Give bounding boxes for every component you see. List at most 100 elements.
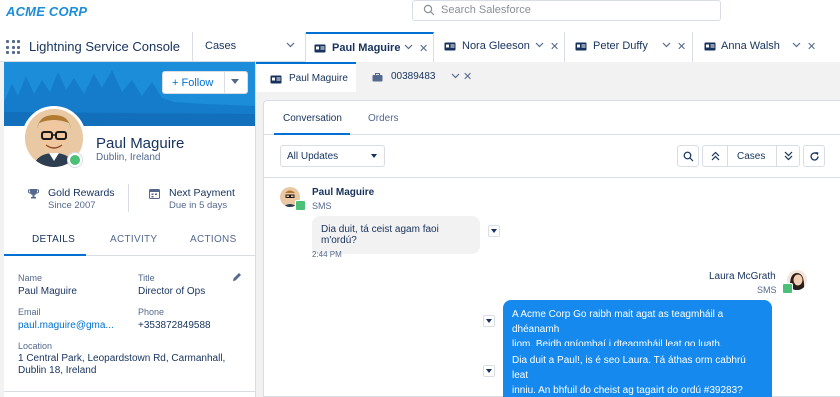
tab-label: Peter Duffy (593, 40, 648, 52)
subtab-label: 00389483 (391, 71, 436, 82)
close-icon[interactable]: ✕ (550, 40, 559, 53)
sms-icon (295, 200, 306, 211)
divider (128, 184, 129, 212)
chevron-down-icon[interactable] (404, 44, 413, 50)
message-actions-button[interactable] (488, 225, 500, 237)
case-briefcase-icon (372, 73, 383, 82)
contact-card-icon (575, 42, 587, 51)
chevron-down-icon[interactable] (451, 73, 460, 79)
contact-card-icon (314, 44, 326, 53)
name-label: Name (18, 273, 43, 283)
stat-title: Next Payment (169, 187, 235, 199)
app-name: Lightning Service Console (29, 39, 181, 54)
chevron-down-icon[interactable] (286, 42, 295, 48)
follow-label: + Follow (172, 77, 214, 89)
global-search-input[interactable]: Search Salesforce (412, 0, 721, 21)
sms-icon (782, 283, 793, 294)
stat-subtitle: Since 2007 (48, 200, 96, 211)
contact-name: Paul Maguire (96, 135, 185, 152)
message-line: A Acme Corp Go raibh mait agat as teagmh… (512, 309, 724, 335)
object-nav-label: Cases (205, 40, 237, 52)
email-link[interactable]: paul.maguire@gma... (18, 320, 114, 331)
chevron-down-icon[interactable] (662, 42, 671, 48)
message-line: Dia duit a Paul!, is é seo Laura. Tá áth… (512, 355, 746, 381)
subtab-case[interactable]: 00389483 ✕ (364, 62, 484, 92)
close-icon[interactable]: ✕ (463, 70, 472, 83)
contact-card-icon (270, 75, 282, 84)
title-label: Title (138, 273, 155, 283)
subtab-bar: Paul Maguire 00389483 ✕ (256, 62, 840, 92)
email-label: Email (18, 307, 41, 317)
message-channel: SMS (312, 201, 332, 211)
sms-channel-badge (67, 152, 83, 168)
message-sender: Laura McGrath (709, 271, 776, 282)
tab-label: Nora Gleeson (462, 40, 530, 52)
tab-actions[interactable]: ACTIONS (190, 234, 237, 245)
tab-label: Paul Maguire (332, 42, 401, 54)
location-label: Location (18, 341, 53, 351)
message-timestamp: 2:44 PM (312, 250, 342, 259)
double-chevron-down-icon[interactable] (784, 151, 793, 161)
message-actions-button[interactable] (483, 365, 495, 377)
company-logo[interactable]: ACME CORP (6, 4, 87, 19)
stat-title: Gold Rewards (48, 187, 115, 199)
profile-tabs: DETAILS ACTIVITY ACTIONS (4, 224, 255, 256)
console-navbar: Lightning Service Console Cases Paul Mag… (0, 32, 840, 62)
outgoing-message-bubble: Dia duit a Paul!, is é seo Laura. Tá áth… (503, 346, 772, 397)
contact-card-icon (704, 42, 716, 51)
trophy-icon (28, 189, 39, 199)
chevron-down-icon (486, 369, 492, 373)
tab-conversation[interactable]: Conversation (283, 113, 342, 124)
global-header: ACME CORP Search Salesforce (0, 0, 840, 32)
message-line: inniu. An bhfuil do cheist ag tagairt do… (512, 385, 743, 396)
contact-card-icon (444, 42, 456, 51)
incoming-message-bubble: Dia duit, tá ceist agam faoi m'ordú? (312, 216, 480, 254)
tab-details[interactable]: DETAILS (32, 234, 75, 245)
phone-value: +353872849588 (138, 320, 211, 331)
tab-orders[interactable]: Orders (368, 113, 399, 124)
search-icon (683, 151, 694, 162)
contact-profile-panel: + Follow Paul Maguire Dublin, Ireland Go… (4, 62, 256, 397)
search-icon (423, 4, 435, 16)
subtab-contact[interactable]: Paul Maguire (256, 62, 356, 92)
close-icon[interactable]: ✕ (677, 40, 686, 53)
subtab-label: Paul Maguire (289, 73, 348, 84)
address-line-1: 1 Central Park, Leopardstown Rd, Carmanh… (18, 353, 226, 364)
tab-activity[interactable]: ACTIVITY (110, 234, 157, 245)
message-actions-button[interactable] (483, 315, 495, 327)
workspace-tab-peter-duffy[interactable]: Peter Duffy ✕ (565, 32, 693, 62)
search-placeholder: Search Salesforce (441, 4, 531, 16)
close-icon[interactable]: ✕ (419, 42, 428, 55)
workspace-tab-anna-walsh[interactable]: Anna Walsh ✕ (693, 32, 840, 62)
workspace-tab-paul-maguire[interactable]: Paul Maguire ✕ (306, 32, 434, 62)
object-nav-menu[interactable]: Cases (192, 32, 306, 62)
double-chevron-up-icon[interactable] (711, 151, 720, 161)
chevron-down-icon[interactable] (231, 79, 239, 84)
address-line-2: Dublin 18, Ireland (18, 365, 97, 376)
refresh-icon (810, 152, 819, 161)
chevron-down-icon[interactable] (792, 42, 801, 48)
chevron-down-icon (491, 229, 497, 233)
chevron-down-icon[interactable] (535, 42, 544, 48)
divider (264, 177, 840, 178)
message-sender: Paul Maguire (312, 187, 375, 198)
conversation-tabs: Conversation Orders (264, 101, 840, 135)
search-button[interactable] (677, 145, 699, 167)
stat-subtitle: Due in 5 days (169, 200, 228, 211)
case-navigation-group: Cases (702, 145, 800, 167)
follow-button[interactable]: + Follow (162, 71, 248, 94)
app-launcher-icon[interactable] (6, 40, 20, 54)
refresh-button[interactable] (803, 145, 825, 167)
active-tab-indicator (274, 133, 350, 135)
tab-label: Anna Walsh (721, 40, 780, 52)
chevron-down-icon (486, 319, 492, 323)
workspace-tab-nora-gleeson[interactable]: Nora Gleeson ✕ (434, 32, 565, 62)
phone-label: Phone (138, 307, 165, 317)
edit-pencil-icon[interactable] (232, 272, 242, 282)
updates-filter-select[interactable]: All Updates (280, 145, 385, 167)
contact-location: Dublin, Ireland (96, 152, 161, 163)
cases-label: Cases (737, 151, 766, 162)
calendar-icon (149, 189, 160, 199)
title-value: Director of Ops (138, 286, 206, 297)
close-icon[interactable]: ✕ (807, 40, 816, 53)
